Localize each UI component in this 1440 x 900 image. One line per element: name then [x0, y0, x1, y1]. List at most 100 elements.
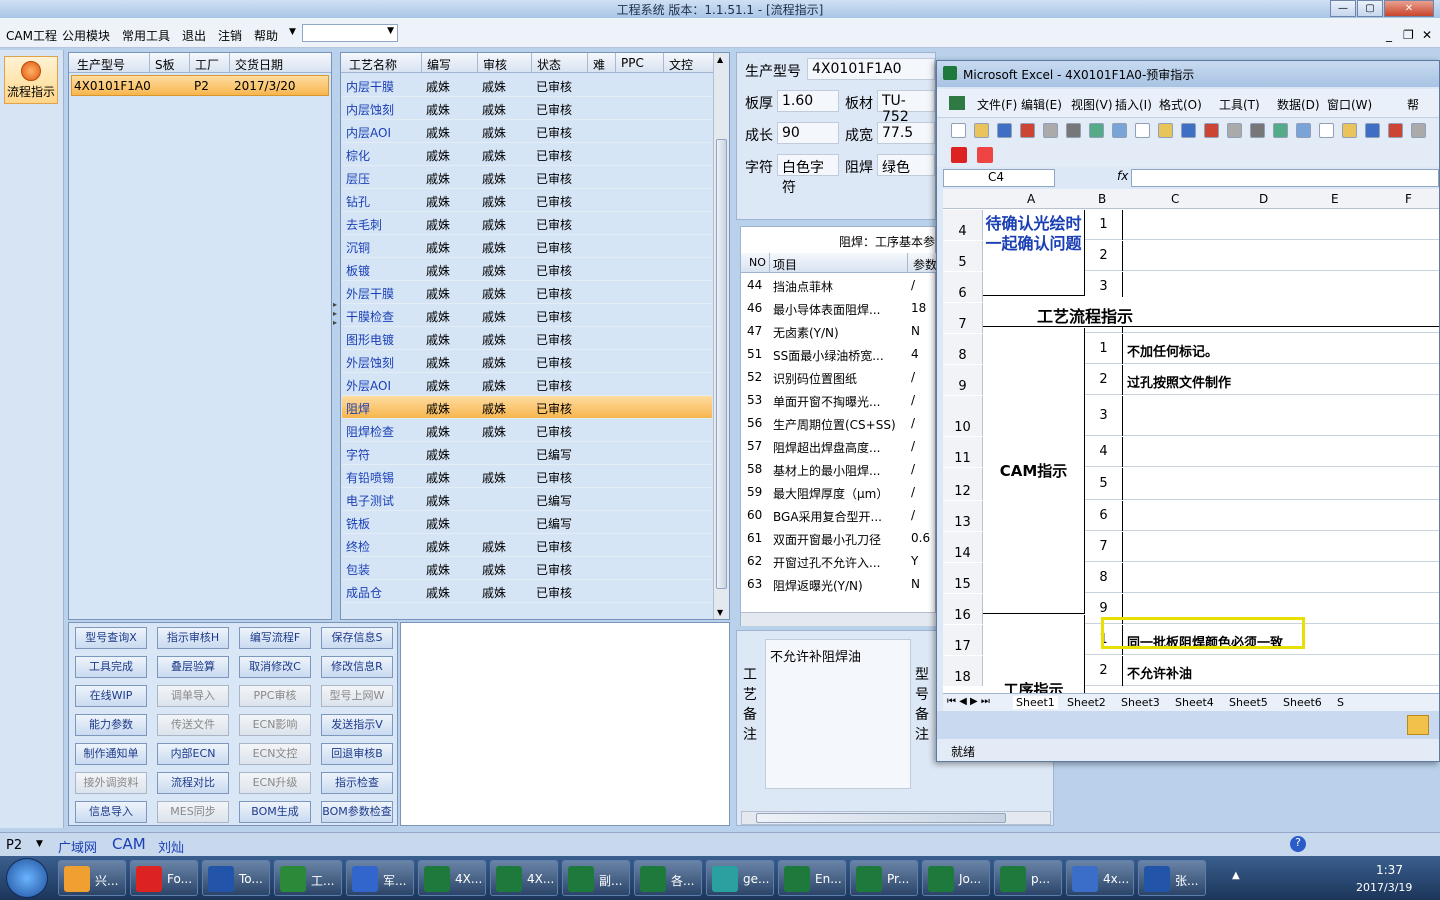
toolbar-icon[interactable]: [1411, 123, 1426, 138]
action-button[interactable]: 流程对比: [157, 772, 229, 794]
craft-remark-textarea[interactable]: 不允许补阻焊油: [765, 639, 911, 789]
flow-button[interactable]: 流程指示: [4, 56, 58, 104]
table-row[interactable]: 铣板 戚姝 已编写: [342, 511, 712, 534]
name-box[interactable]: C4: [943, 169, 1055, 187]
cell-b[interactable]: 3: [1085, 396, 1123, 436]
pdf-options-icon[interactable]: [977, 147, 993, 163]
param-row[interactable]: 58 基材上的最小阻焊... /: [741, 458, 937, 481]
cell-b[interactable]: 2: [1085, 241, 1123, 271]
mdi-restore-icon[interactable]: ❐: [1403, 28, 1414, 42]
close-button[interactable]: ✕: [1384, 0, 1434, 17]
table-row[interactable]: 4X0101F1A0 P2 2017/3/20: [71, 75, 329, 96]
toolbar-icon[interactable]: [951, 123, 966, 138]
cell-b[interactable]: 1: [1085, 210, 1123, 240]
maximize-button[interactable]: ▢: [1357, 0, 1383, 17]
excel-menu-item[interactable]: 视图(V): [1071, 96, 1113, 113]
taskbar-button[interactable]: 各...: [634, 860, 702, 896]
taskbar-button[interactable]: 张...: [1138, 860, 1206, 896]
toolbar-icon[interactable]: [1066, 123, 1081, 138]
char-field[interactable]: 白色字符: [777, 154, 839, 196]
action-button[interactable]: 型号上网W: [321, 685, 393, 707]
action-button[interactable]: 指示检查: [321, 772, 393, 794]
param-row[interactable]: 59 最大阻焊厚度（μm） /: [741, 481, 937, 504]
param-row[interactable]: 62 开窗过孔不允许入... Y: [741, 550, 937, 573]
thick-field[interactable]: 1.60: [777, 90, 839, 112]
table-row[interactable]: 沉铜 戚姝 戚姝 已审核: [342, 235, 712, 258]
excel-menu-item[interactable]: 窗口(W): [1327, 96, 1372, 113]
toolbar-icon[interactable]: [1112, 123, 1127, 138]
excel-menu-item[interactable]: 工具(T): [1219, 96, 1260, 113]
table-row[interactable]: 外层AOI 戚姝 戚姝 已审核: [342, 373, 712, 396]
cell-b[interactable]: 2: [1085, 365, 1123, 395]
table-row[interactable]: 终检 戚姝 戚姝 已审核: [342, 534, 712, 557]
taskbar-button[interactable]: 4X...: [490, 860, 558, 896]
table-row[interactable]: 成品仓 戚姝 戚姝 已审核: [342, 580, 712, 603]
cell-b[interactable]: 4: [1085, 437, 1123, 467]
action-button[interactable]: 叠层验算: [157, 656, 229, 678]
table-row[interactable]: 干膜检查 戚姝 戚姝 已审核: [342, 304, 712, 327]
action-button[interactable]: 指示审核H: [157, 627, 229, 649]
params-hscroll[interactable]: [741, 612, 937, 626]
toolbar-icon[interactable]: [1296, 123, 1311, 138]
table-row[interactable]: 内层AOI 戚姝 戚姝 已审核: [342, 120, 712, 143]
table-row[interactable]: 板镀 戚姝 戚姝 已审核: [342, 258, 712, 281]
cell-c[interactable]: 过孔按照文件制作: [1127, 372, 1231, 391]
action-button[interactable]: 内部ECN: [157, 743, 229, 765]
param-row[interactable]: 61 双面开窗最小孔刀径 0.6: [741, 527, 937, 550]
param-row[interactable]: 46 最小导体表面阻焊... 18: [741, 297, 937, 320]
splitter-handle[interactable]: ▸ ▸ ▸: [333, 300, 339, 370]
table-row[interactable]: 电子测试 戚姝 已编写: [342, 488, 712, 511]
sheet-nav-icons[interactable]: ⏮ ◀ ▶ ⏭: [947, 696, 990, 707]
minimize-button[interactable]: —: [1330, 0, 1356, 17]
sheet-tab[interactable]: Sheet3: [1121, 696, 1160, 709]
menu-tools[interactable]: 常用工具: [122, 27, 170, 44]
excel-menu-item[interactable]: 编辑(E): [1021, 96, 1062, 113]
cell-b[interactable]: 2: [1085, 656, 1123, 686]
scroll-up-icon[interactable]: ▲: [717, 55, 723, 64]
process-scrollbar[interactable]: ▲ ▼: [713, 53, 729, 619]
toolbar-icon[interactable]: [1319, 123, 1334, 138]
toolbar-icon[interactable]: [997, 123, 1012, 138]
menu-cam[interactable]: CAM工程: [6, 27, 57, 44]
merged-cell-a1[interactable]: 待确认光绘时一起确认问题: [983, 210, 1085, 296]
toolbar-icon[interactable]: [974, 123, 989, 138]
sheet-tab[interactable]: Sheet5: [1229, 696, 1268, 709]
action-button[interactable]: 信息导入: [75, 801, 147, 823]
taskbar-button[interactable]: Jo...: [922, 860, 990, 896]
param-row[interactable]: 52 识别码位置图纸 /: [741, 366, 937, 389]
toolbar-icon[interactable]: [1227, 123, 1242, 138]
action-button[interactable]: 取消修改C: [239, 656, 311, 678]
taskbar-button[interactable]: 4X...: [418, 860, 486, 896]
taskbar-button[interactable]: 副...: [562, 860, 630, 896]
mask-field[interactable]: 绿色: [877, 154, 935, 176]
action-button[interactable]: 型号查询X: [75, 627, 147, 649]
param-row[interactable]: 51 SS面最小绿油桥宽... 4: [741, 343, 937, 366]
taskbar-button[interactable]: ge...: [706, 860, 774, 896]
pdf-icon[interactable]: [951, 147, 967, 163]
merged-cell-a4[interactable]: 工序指示: [983, 615, 1085, 693]
action-button[interactable]: ECN升级: [239, 772, 311, 794]
param-row[interactable]: 53 单面开窗不掏曝光... /: [741, 389, 937, 412]
toolbar-icon[interactable]: [1043, 123, 1058, 138]
action-button[interactable]: 修改信息R: [321, 656, 393, 678]
action-button[interactable]: 编写流程F: [239, 627, 311, 649]
cell-c[interactable]: 不允许补油: [1127, 663, 1192, 682]
toolbar-icon[interactable]: [1388, 123, 1403, 138]
action-button[interactable]: MES同步: [157, 801, 229, 823]
param-row[interactable]: 63 阻焊返曝光(Y/N) N: [741, 573, 937, 596]
table-row[interactable]: 字符 戚姝 已编写: [342, 442, 712, 465]
menu-public[interactable]: 公用模块: [62, 27, 110, 44]
param-row[interactable]: 57 阻焊超出焊盘高度... /: [741, 435, 937, 458]
length-field[interactable]: 90: [777, 122, 839, 144]
mdi-minimize-icon[interactable]: _: [1386, 28, 1392, 42]
toolbar-icon[interactable]: [1250, 123, 1265, 138]
param-row[interactable]: 56 生产周期位置(CS+SS) /: [741, 412, 937, 435]
table-row[interactable]: 内层干膜 戚姝 戚姝 已审核: [342, 74, 712, 97]
plant-selector[interactable]: P2: [6, 838, 22, 853]
action-button[interactable]: 工具完成: [75, 656, 147, 678]
taskbar-button[interactable]: p...: [994, 860, 1062, 896]
toolbar-icon[interactable]: [1204, 123, 1219, 138]
action-button[interactable]: 调单导入: [157, 685, 229, 707]
menu-exit[interactable]: 退出: [182, 27, 206, 44]
toolbar-icon[interactable]: [1158, 123, 1173, 138]
